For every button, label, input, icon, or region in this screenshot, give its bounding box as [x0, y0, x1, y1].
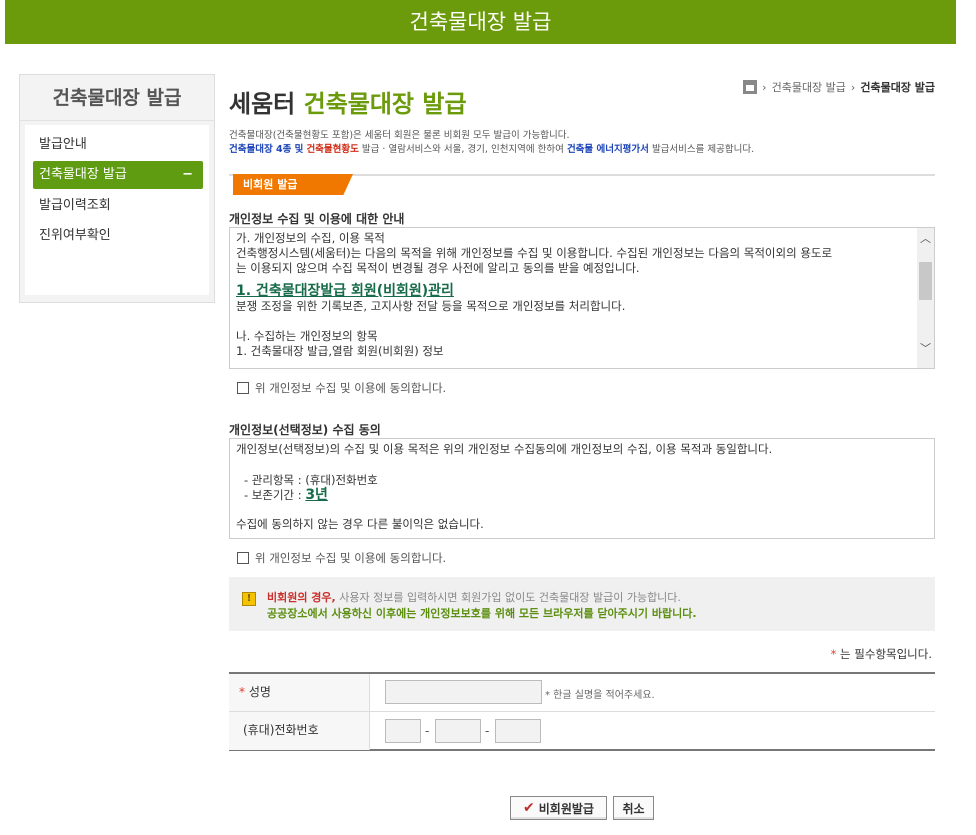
form-row-phone: (휴대)전화번호 - - [229, 712, 935, 750]
optional-line: 개인정보(선택정보)의 수집 및 이용 목적은 위의 개인정보 수집동의에 개인… [236, 442, 773, 456]
tab-non-member[interactable]: 비회원 발급 [233, 174, 353, 195]
sidebar-item-label: 발급이력조회 [39, 198, 111, 213]
desc-text: 발급 · 열람서비스와 서울, 경기, 인천지역에 한하여 [361, 144, 564, 155]
notice-line-browser: 공공장소에서 사용하신 이후에는 개인정보보호를 위해 모든 브라우저를 닫아주… [267, 607, 697, 620]
phone-input-1[interactable] [385, 719, 421, 743]
non-member-issue-button[interactable]: ✔ 비회원발급 [510, 796, 607, 820]
scroll-thumb[interactable] [919, 262, 932, 300]
phone-dash: - [485, 724, 490, 738]
optional-text-box: 개인정보(선택정보)의 수집 및 이용 목적은 위의 개인정보 수집동의에 개인… [229, 438, 935, 539]
required-note: * 는 필수항목입니다. [831, 646, 932, 662]
phone-dash: - [425, 724, 430, 738]
issue-button-label: 비회원발급 [538, 801, 594, 816]
collapse-icon: − [182, 167, 193, 182]
desc-highlight: 건축물대장 4종 및 [229, 144, 304, 155]
banner-title: 건축물대장 발급 [409, 10, 552, 34]
privacy-heading-link: 1. 건축물대장발급 회원(비회원)관리 [236, 283, 454, 299]
breadcrumb-item[interactable]: 건축물대장 발급 [772, 79, 846, 95]
sidebar-item-verify[interactable]: 진위여부확인 [33, 222, 203, 250]
page-description: 건축물대장(건축물현황도 포함)은 세움터 회원은 물론 비회원 모두 발급이 … [229, 130, 570, 141]
optional-agree-checkbox[interactable] [237, 552, 249, 564]
top-banner: 건축물대장 발급 [5, 0, 956, 44]
warning-icon: ! [242, 592, 256, 606]
name-label-text: 성명 [245, 685, 271, 699]
phone-input-3[interactable] [495, 719, 541, 743]
cancel-button[interactable]: 취소 [613, 796, 654, 820]
privacy-text-box[interactable]: 가. 개인정보의 수집, 이용 목적 건축행정시스템(세움터)는 다음의 목적을… [229, 227, 935, 369]
cancel-button-label: 취소 [622, 801, 645, 816]
sidebar-title: 건축물대장 발급 [20, 75, 214, 121]
notice-line: 비회원의 경우, 사용자 정보를 입력하시면 회원가입 없이도 건축물대장 발급… [267, 589, 681, 605]
privacy-line [236, 314, 910, 329]
optional-line: 수집에 동의하지 않는 경우 다른 불이익은 없습니다. [236, 517, 484, 531]
breadcrumb-separator: › [762, 80, 767, 94]
desc-highlight: 건축물 에너지평가서 [566, 144, 649, 155]
notice-text: 사용자 정보를 입력하시면 회원가입 없이도 건축물대장 발급이 가능합니다. [335, 591, 681, 604]
scrollbar[interactable]: ︿ ﹀ [917, 228, 934, 368]
scroll-up-icon[interactable]: ︿ [919, 232, 932, 246]
optional-item: - 관리항목 : (휴대)전화번호 [244, 473, 378, 487]
sidebar: 건축물대장 발급 발급안내 건축물대장 발급 − 발급이력조회 진위여부확인 [19, 74, 215, 303]
privacy-line: 가. 개인정보의 수집, 이용 목적 [236, 231, 385, 245]
optional-section-title: 개인정보(선택정보) 수집 동의 [229, 423, 381, 437]
sidebar-item-label: 발급안내 [39, 137, 87, 152]
privacy-line: 1. 건축물대장 발급,열람 회원(비회원) 정보 [236, 344, 444, 358]
check-icon: ✔ [523, 800, 535, 816]
name-label: * 성명 [229, 674, 370, 711]
sidebar-item-label: 건축물대장 발급 [39, 167, 127, 182]
breadcrumb: › 건축물대장 발급 › 건축물대장 발급 [743, 79, 935, 95]
desc-highlight: 건축물현황도 [306, 144, 359, 155]
notice-box: ! 비회원의 경우, 사용자 정보를 입력하시면 회원가입 없이도 건축물대장 … [229, 577, 935, 631]
sidebar-menu: 발급안내 건축물대장 발급 − 발급이력조회 진위여부확인 [25, 125, 209, 295]
sidebar-item-history[interactable]: 발급이력조회 [33, 192, 203, 220]
optional-item-label: - 보존기간 : [244, 488, 302, 502]
form-row-name: * 성명 * 한글 실명을 적어주세요. [229, 674, 935, 712]
optional-agree-label: 위 개인정보 수집 및 이용에 동의합니다. [255, 551, 447, 565]
optional-item: - 보존기간 : 3년 [236, 488, 928, 503]
phone-label: (휴대)전화번호 [229, 712, 370, 750]
name-input[interactable] [385, 680, 542, 704]
privacy-agree-label: 위 개인정보 수집 및 이용에 동의합니다. [255, 381, 447, 395]
notice-highlight: 비회원의 경우, [267, 591, 336, 604]
sidebar-item-guide[interactable]: 발급안내 [33, 131, 203, 159]
privacy-line: 나. 수집하는 개인정보의 항목 [236, 329, 378, 343]
sidebar-item-issue[interactable]: 건축물대장 발급 − [33, 161, 203, 189]
sidebar-item-label: 진위여부확인 [39, 228, 111, 243]
page-title-accent: 건축물대장 발급 [303, 90, 467, 118]
breadcrumb-current: 건축물대장 발급 [860, 81, 935, 94]
home-icon[interactable] [743, 80, 758, 94]
privacy-line: 분쟁 조정을 위한 기록보존, 고지사항 전달 등을 목적으로 개인정보를 처리… [236, 299, 626, 313]
breadcrumb-separator: › [850, 80, 856, 94]
retention-period: 3년 [305, 487, 328, 503]
privacy-agree[interactable]: 위 개인정보 수집 및 이용에 동의합니다. [237, 380, 446, 396]
required-note-text: 는 필수항목입니다. [836, 647, 932, 661]
privacy-section-title: 개인정보 수집 및 이용에 대한 안내 [229, 212, 405, 226]
privacy-line: 건축행정시스템(세움터)는 다음의 목적을 위해 개인정보를 수집 및 이용합니… [236, 246, 833, 260]
page-title: 세움터 건축물대장 발급 [229, 84, 467, 119]
optional-agree[interactable]: 위 개인정보 수집 및 이용에 동의합니다. [237, 550, 446, 566]
page-title-prefix: 세움터 [229, 90, 296, 118]
privacy-line: 는 이용되지 않으며 수집 목적이 변경될 경우 사전에 알리고 동의를 받을 … [236, 261, 640, 275]
name-hint: * 한글 실명을 적어주세요. [545, 690, 655, 701]
applicant-form: * 성명 * 한글 실명을 적어주세요. (휴대)전화번호 - - [229, 672, 935, 751]
privacy-agree-checkbox[interactable] [237, 382, 249, 394]
page-description-services: 건축물대장 4종 및 건축물현황도 발급 · 열람서비스와 서울, 경기, 인천… [229, 141, 754, 155]
scroll-down-icon[interactable]: ﹀ [919, 342, 932, 356]
desc-text: 발급서비스를 제공합니다. [651, 144, 755, 155]
phone-input-2[interactable] [435, 719, 481, 743]
